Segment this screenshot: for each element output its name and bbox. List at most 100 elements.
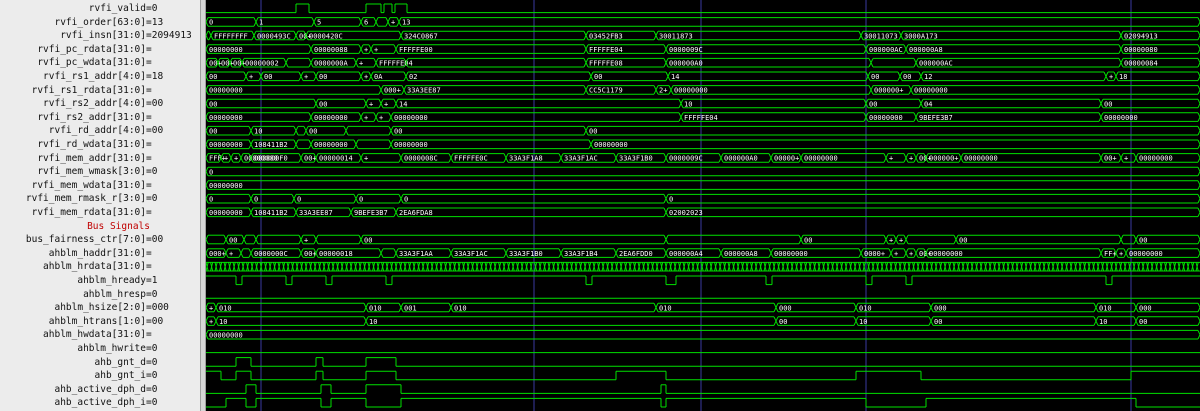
bus-transition: [355, 58, 359, 63]
bus-transition: [928, 320, 932, 326]
signal-name-row[interactable]: ahblm_hwdata[31:0]=00000000: [0, 328, 196, 342]
waveform-row[interactable]: 000+ +0000000C 00+ 00000018 33A3F1AA 33A3F1AC…: [206, 248, 1200, 258]
signal-name-row[interactable]: rvfi_rs1_rdata[31:0]=00000000: [0, 84, 196, 98]
waveform-row[interactable]: 0 0 0 0 0 0: [206, 193, 1200, 204]
waveform-row[interactable]: 00 +00 +00 +0A 02 00 14 00 00 12 +18: [206, 71, 1200, 82]
bus-value-label: 00000018: [319, 250, 353, 258]
signal-name-row[interactable]: rvfi_rd_wdata[31:0]=00000000: [0, 138, 196, 152]
bus-transition: [253, 35, 257, 41]
signal-name-row[interactable]: rvfi_rs2_addr[4:0] = 00: [0, 97, 196, 111]
signal-name-row[interactable]: rvfi_mem_rmask_r[3:0] = 0: [0, 192, 196, 206]
bus-transition: [1098, 98, 1102, 104]
signal-value: 2094913: [151, 30, 192, 42]
bus-transition: [206, 316, 209, 322]
bus-transition: [1118, 30, 1122, 36]
waveform-row[interactable]: FFF++ +00000000000000F0 00+ 00000014 +000000…: [206, 153, 1200, 163]
bus-transition: [360, 76, 364, 81]
bus-transition: [585, 35, 589, 41]
bus-transition: [250, 144, 254, 149]
signal-name-row[interactable]: ahblm_hsize[2:0] = 000: [0, 301, 196, 315]
waveform-row[interactable]: [206, 275, 1200, 286]
waveform-row[interactable]: [206, 397, 1200, 408]
bus-transition: [285, 62, 289, 68]
signal-name-row[interactable]: ahblm_haddr[31:0]=00000000: [0, 247, 196, 261]
bus-transition: [400, 194, 404, 199]
signal-name-row[interactable]: rvfi_mem_wdata[31:0]=00000000: [0, 179, 196, 193]
waveform-row[interactable]: 00+ 00+ 00+ 00000002 0000000A + FFFFFE04 FFFFFE…: [206, 57, 1200, 68]
waveform-row[interactable]: FFFFFFFF 0000493C 00+0000420C 324C0867 03452…: [206, 30, 1200, 41]
waveform-row[interactable]: 00000000: [206, 329, 1200, 340]
bus-transition: [295, 207, 299, 213]
signal-name-row[interactable]: rvfi_rd_addr[4:0] = 00: [0, 124, 196, 138]
waveform-row[interactable]: [206, 384, 1200, 394]
waveform-row[interactable]: 00000000 00000000 + +00000000 FFFFFE04 000000…: [206, 112, 1200, 122]
waveform-row[interactable]: +010 010 001 010 010 000 010 000 010 000: [206, 302, 1200, 313]
bus-transition: [396, 17, 400, 23]
waveform-row[interactable]: [206, 261, 1200, 272]
signal-name-row[interactable]: ahblm_hresp = 0: [0, 288, 196, 302]
signal-name-row[interactable]: rvfi_pc_wdata[31:0]=00000084: [0, 56, 196, 70]
bus-value-label: 6: [364, 19, 368, 27]
waveform-row[interactable]: +10 10 00 10 00 10 00: [206, 316, 1200, 326]
waveform-row[interactable]: [206, 370, 1200, 381]
bus-transition: [253, 21, 257, 27]
bus-transition: [665, 248, 669, 254]
waveform-row[interactable]: 0 1 5 6 +13: [206, 17, 1200, 27]
signal-name-row[interactable]: rvfi_insn[31:0] = 2094913: [0, 29, 196, 43]
signal-name-row[interactable]: ahblm_hwrite = 0: [0, 342, 196, 356]
bus-value-label: 00: [804, 236, 812, 244]
signal-name-row[interactable]: rvfi_rs1_addr[4:0] = 18: [0, 70, 196, 84]
bus-value-label: 5: [317, 19, 321, 27]
signal-name-row[interactable]: rvfi_mem_wmask[3:0] = 0: [0, 165, 196, 179]
signal-name-row[interactable]: ahblm_hrdata[31:0]=00000000: [0, 260, 196, 274]
signal-name-row[interactable]: rvfi_rs2_addr[31:0]=00000000: [0, 111, 196, 125]
signal-name-row[interactable]: rvfi_order[63:0] = 13: [0, 16, 196, 30]
bus-value-label: 000000+: [874, 87, 904, 95]
waveform-row[interactable]: 00 +00 00 + +00 00: [206, 234, 1200, 245]
bus-transition: [215, 320, 219, 326]
signal-name-row[interactable]: ahb_active_dph_i = 0: [0, 396, 196, 410]
waveform-pane[interactable]: 0 1 5 6 +13 FFFFFFFF 0000493C 00+ 0000420C 324C08…: [206, 0, 1200, 411]
bus-transition: [505, 157, 509, 163]
bus-value-label: 0: [669, 196, 673, 204]
waveform-row[interactable]: 00000000 00000088 + + FFFFFE00 FFFFFE04 000000…: [206, 44, 1200, 54]
bus-value-label: 00000000: [869, 114, 903, 122]
waveform-row[interactable]: 00 00 + +14 10 00 04 00: [206, 98, 1200, 109]
waveform-canvas[interactable]: 0 1 5 6 +13FFFFFFFF 0000493C 00+0000420C 324C08…: [206, 0, 1200, 411]
waveform-row[interactable]: 00000000 108411B2 00000000 00000000 00000000: [206, 139, 1200, 150]
signal-name-row[interactable]: rvfi_valid = 0: [0, 2, 196, 16]
signal-name-row[interactable]: ahb_active_dph_d = 0: [0, 383, 196, 397]
bus-transition: [1133, 239, 1137, 245]
waveform-row[interactable]: [206, 357, 1200, 367]
bus-transition: [663, 198, 667, 204]
waveform-row[interactable]: 00000000 108411B2 33A3EE87 9BEFE3B7 2EA6FDA8…: [206, 207, 1200, 218]
bus-transition: [206, 48, 209, 54]
bus-transition: [1120, 48, 1124, 54]
bus-value-label: 0000493C: [257, 32, 291, 40]
signal-name-row[interactable]: Bus Signals: [0, 220, 196, 234]
signal-name-row[interactable]: rvfi_mem_addr[31:0]=00000000: [0, 152, 196, 166]
signal-name-row[interactable]: ahblm_hready = 1: [0, 274, 196, 288]
bus-transition: [248, 212, 252, 217]
waveform-row[interactable]: 00 10 00 00 00: [206, 125, 1200, 136]
bus-transition: [655, 302, 659, 308]
bus-transition: [206, 58, 209, 63]
signal-name-row[interactable]: ahb_gnt_i = 0: [0, 369, 196, 383]
bus-value-label: 00: [934, 318, 942, 326]
signal-name-row[interactable]: ahblm_htrans[1:0] = 00: [0, 315, 196, 329]
waveform-row[interactable]: 0: [206, 166, 1200, 177]
bus-transition: [955, 239, 959, 245]
bus-transition: [398, 157, 402, 163]
signal-name-row[interactable]: rvfi_pc_rdata[31:0]=00000080: [0, 43, 196, 57]
bus-transition: [1103, 71, 1107, 77]
bus-transition: [370, 44, 374, 50]
waveform-row[interactable]: [206, 3, 1200, 14]
signal-name-row[interactable]: rvfi_mem_rdata[31:0]=02002023: [0, 206, 196, 220]
waveform-row[interactable]: 00000000: [206, 180, 1200, 190]
bus-transition: [206, 252, 209, 258]
bus-transition: [388, 116, 392, 122]
bus-transition: [215, 316, 219, 322]
signal-name-row[interactable]: ahb_gnt_d = 0: [0, 356, 196, 370]
signal-name-row[interactable]: bus_fairness_ctr[7:0] = 00: [0, 233, 196, 247]
waveform-row[interactable]: 00000000 000+ 33A3EE87 CC5C1179 2+ 00000000 00…: [206, 85, 1200, 95]
